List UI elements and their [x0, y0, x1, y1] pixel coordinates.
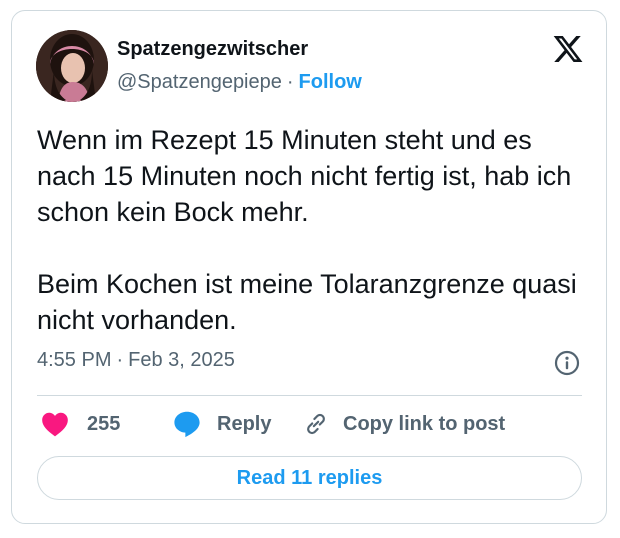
copy-link-button[interactable]: Copy link to post [303, 409, 505, 439]
tweet-paragraph: Wenn im Rezept 15 Minuten steht und es n… [37, 125, 572, 227]
info-icon[interactable] [554, 350, 580, 376]
reply-button[interactable]: Reply [173, 409, 271, 439]
author-handle-row: @Spatzengepiepe · Follow [117, 71, 362, 94]
like-button[interactable]: 255 [41, 409, 120, 439]
link-icon [307, 413, 325, 435]
tweet-time: 4:55 PM [37, 349, 112, 371]
copy-link-label: Copy link to post [343, 412, 506, 435]
follow-button[interactable]: Follow [299, 71, 362, 93]
read-replies-button[interactable]: Read 11 replies [37, 456, 582, 500]
x-logo-icon[interactable] [552, 33, 584, 65]
tweet-text: Wenn im Rezept 15 Minuten steht und es n… [37, 122, 597, 338]
speech-bubble-icon [174, 411, 200, 438]
tweet-card: Spatzengezwitscher @Spatzengepiepe · Follo… [11, 10, 607, 524]
action-bar: 255 Reply Copy link to post [37, 409, 582, 439]
tweet-paragraph: Beim Kochen ist meine Tolaranzgrenze qua… [37, 269, 577, 335]
like-count: 255 [87, 412, 121, 435]
heart-icon [42, 412, 68, 437]
avatar[interactable] [36, 30, 108, 102]
separator-dot: · [286, 71, 294, 93]
author-handle[interactable]: @Spatzengepiepe [117, 71, 282, 93]
avatar-image [36, 30, 108, 102]
tweet-date: Feb 3, 2025 [128, 349, 235, 371]
tweet-timestamp[interactable]: 4:55 PM · Feb 3, 2025 [37, 349, 235, 372]
reply-label: Reply [217, 412, 272, 435]
separator-dot: · [116, 349, 124, 371]
author-name[interactable]: Spatzengezwitscher [117, 38, 308, 61]
divider [37, 395, 582, 396]
